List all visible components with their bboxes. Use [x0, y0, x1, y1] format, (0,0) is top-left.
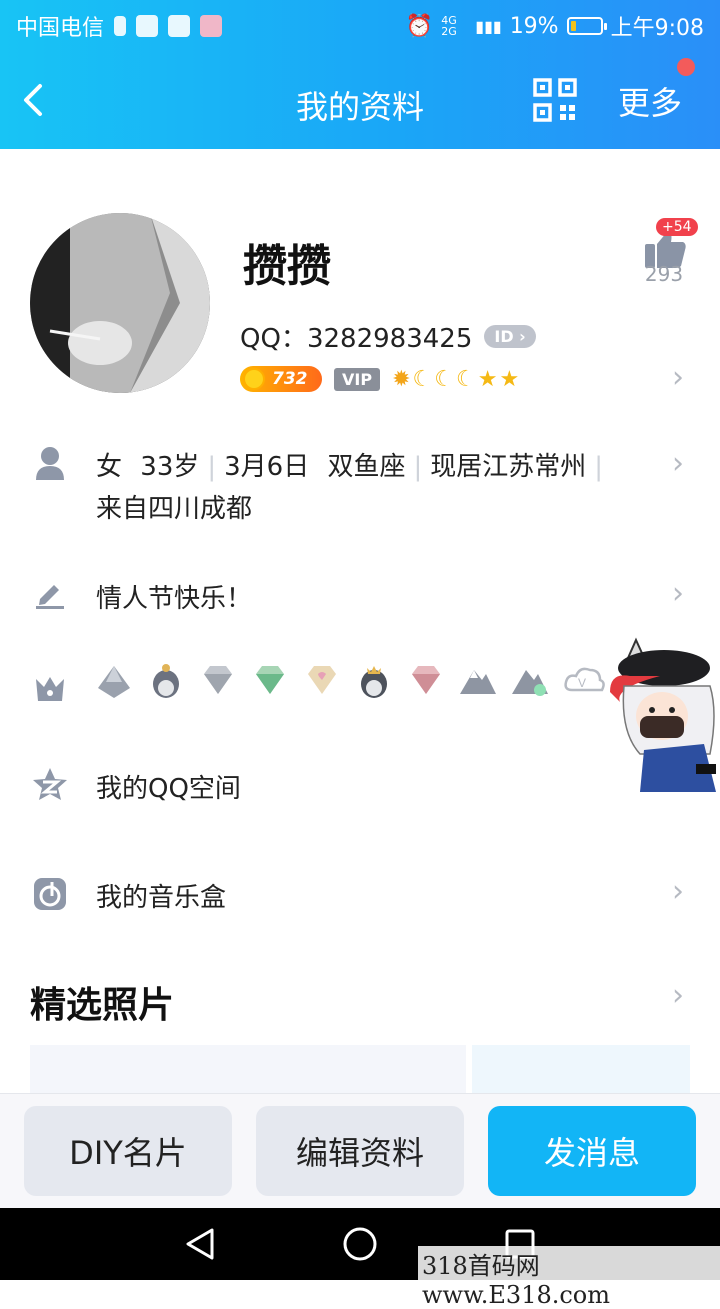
featured-photo[interactable] — [30, 1045, 466, 1100]
alarm-icon: ⏰ — [405, 13, 434, 39]
sun-icon: ✹ — [392, 366, 411, 392]
music-box-icon — [32, 876, 68, 916]
moon-icon: ☾ — [455, 366, 476, 392]
qq-number-row: QQ：3282983425 ID › — [240, 318, 536, 355]
wechat-icon — [136, 15, 159, 37]
qzone-star-icon — [32, 766, 68, 806]
carrier-label: 中国电信 — [16, 16, 105, 41]
qq-number: 3282983425 — [306, 324, 473, 354]
chevron-right-icon[interactable]: › — [672, 978, 684, 1013]
notification-dot — [677, 58, 695, 76]
star-icon: ★ — [499, 366, 520, 392]
chevron-right-icon[interactable]: › — [672, 874, 684, 909]
vip-badge: VIP — [334, 367, 381, 391]
edit-pen-icon — [34, 577, 66, 613]
badge-row[interactable]: 732 VIP ✹ ☾ ☾ ☾ ★ ★ — [240, 366, 519, 392]
title-bar: 我的资料 更多 — [0, 50, 720, 149]
status-bar: 中国电信 ⏰ 4G 2G ▮▮▮ 19% 上午9:08 — [0, 0, 720, 50]
qr-code-button[interactable] — [533, 78, 577, 122]
featured-photo[interactable] — [472, 1045, 690, 1100]
nav-home-icon[interactable] — [342, 1226, 378, 1262]
battery-percent: 19% — [509, 13, 559, 39]
divider: | — [594, 452, 604, 482]
avatar-image — [30, 213, 210, 393]
battery-icon — [566, 17, 607, 35]
nav-back-icon[interactable] — [184, 1226, 216, 1262]
divider: | — [413, 452, 423, 482]
qq-label-text: QQ： — [240, 324, 307, 354]
anime-sticker-image — [610, 637, 716, 792]
person-icon — [34, 446, 66, 484]
medal-list[interactable]: V — [94, 660, 606, 700]
zodiac: 双鱼座 — [327, 452, 406, 482]
current-location: 现居江苏常州 — [430, 452, 587, 482]
mountain-medal-icon — [460, 670, 496, 694]
birthday: 3月6日 — [224, 452, 310, 482]
green-diamond-icon — [256, 666, 284, 694]
like-increment-badge: +54 — [656, 218, 698, 236]
pendant-sticker[interactable] — [600, 632, 720, 792]
network-indicator: 4G 2G — [441, 14, 457, 38]
chevron-right-icon[interactable]: › — [672, 446, 684, 481]
more-button[interactable]: 更多 — [618, 78, 682, 124]
id-badge[interactable]: ID › — [484, 325, 536, 348]
clock: 上午9:08 — [610, 16, 704, 41]
age: 33岁 — [140, 452, 200, 482]
chevron-right-icon[interactable]: › — [672, 576, 684, 611]
send-message-button[interactable]: 发消息 — [488, 1106, 696, 1196]
header-bar: 中国电信 ⏰ 4G 2G ▮▮▮ 19% 上午9:08 我的资料 更多 — [0, 0, 720, 149]
mountain-gem-icon — [512, 670, 548, 696]
star-icon: ★ — [477, 366, 498, 392]
svg-text:V: V — [578, 676, 586, 690]
divider: | — [207, 452, 217, 482]
qq-label: QQ：3282983425 — [240, 318, 472, 355]
chevron-right-icon[interactable]: › — [672, 360, 684, 395]
avatar[interactable] — [30, 213, 210, 393]
battery-fill — [570, 21, 576, 31]
silver-diamond-icon — [204, 666, 232, 694]
diy-card-button[interactable]: DIY名片 — [24, 1106, 232, 1196]
signal-icon: ▮▮▮ — [475, 16, 502, 36]
moon-icon: ☾ — [434, 366, 454, 392]
moon-icon: ☾ — [412, 366, 433, 392]
coin-badge: 732 — [240, 366, 322, 392]
watermark-text: 318首码网 www.E318.com — [418, 1246, 720, 1309]
crown-penguin-icon — [361, 666, 387, 698]
gender: 女 — [96, 452, 123, 482]
id-badge-label: ID — [494, 327, 514, 346]
crown-icon — [34, 673, 66, 707]
like-count: 293 — [644, 262, 684, 286]
medal-icon — [98, 666, 130, 698]
edit-profile-button[interactable]: 编辑资料 — [256, 1106, 464, 1196]
telegram-icon — [168, 15, 191, 37]
qzone-link[interactable]: 我的QQ空间 — [96, 768, 241, 805]
music-box-link[interactable]: 我的音乐盒 — [96, 877, 226, 914]
qq-level-icons: ✹ ☾ ☾ ☾ ★ ★ — [392, 367, 519, 392]
signature-text[interactable]: 情人节快乐！ — [96, 578, 252, 615]
qr-code-icon — [533, 78, 577, 122]
page-title: 我的资料 — [295, 88, 424, 126]
status-left: 中国电信 — [16, 10, 223, 42]
penguin-medal-icon — [153, 664, 179, 698]
nickname: 攒攒 — [243, 241, 331, 292]
status-right: ⏰ 4G 2G ▮▮▮ 19% 上午9:08 — [406, 10, 704, 42]
hometown: 来自四川成都 — [96, 494, 253, 524]
featured-photos-title: 精选照片 — [30, 985, 175, 1026]
heart-diamond-icon — [308, 666, 336, 694]
pink-diamond-icon — [412, 666, 440, 694]
app-notification-icon — [200, 15, 223, 37]
sim-icon — [114, 16, 127, 36]
basic-info[interactable]: 女 33岁 | 3月6日 双鱼座 | 现居江苏常州 | 来自四川成都 — [96, 446, 656, 530]
